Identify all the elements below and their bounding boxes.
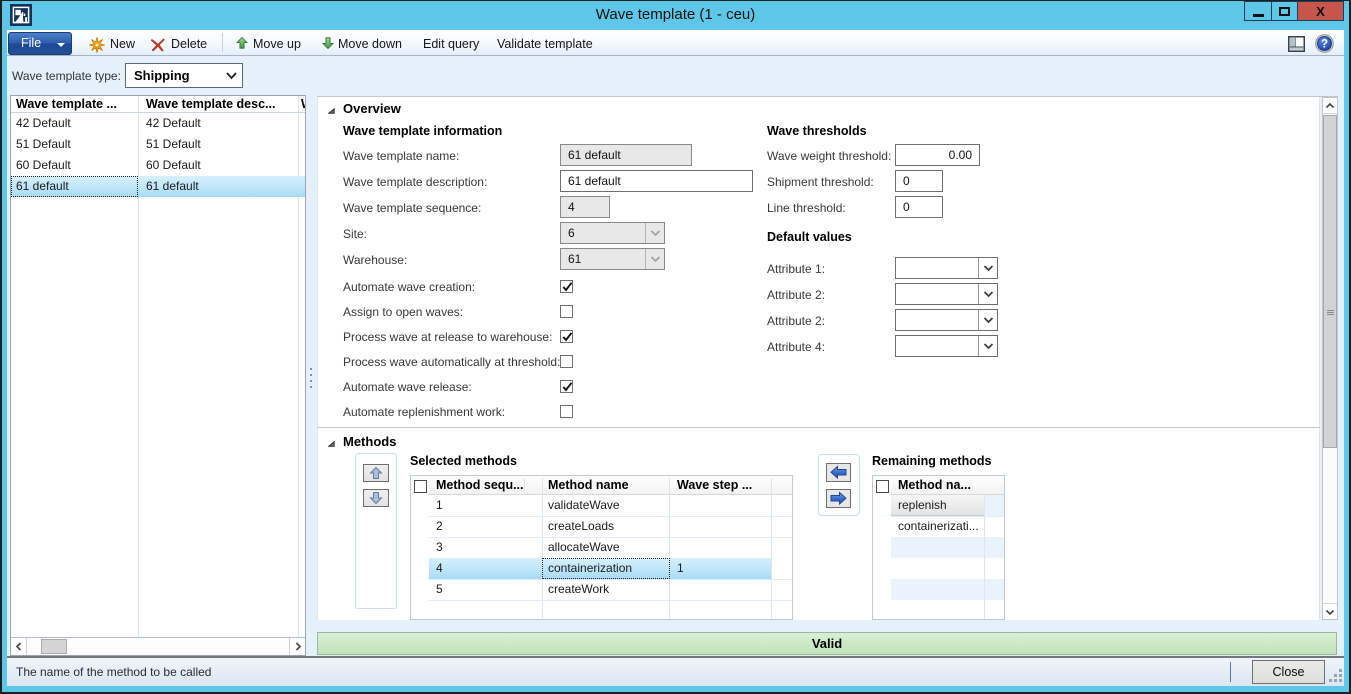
svg-text:?: ? [1321, 38, 1328, 50]
